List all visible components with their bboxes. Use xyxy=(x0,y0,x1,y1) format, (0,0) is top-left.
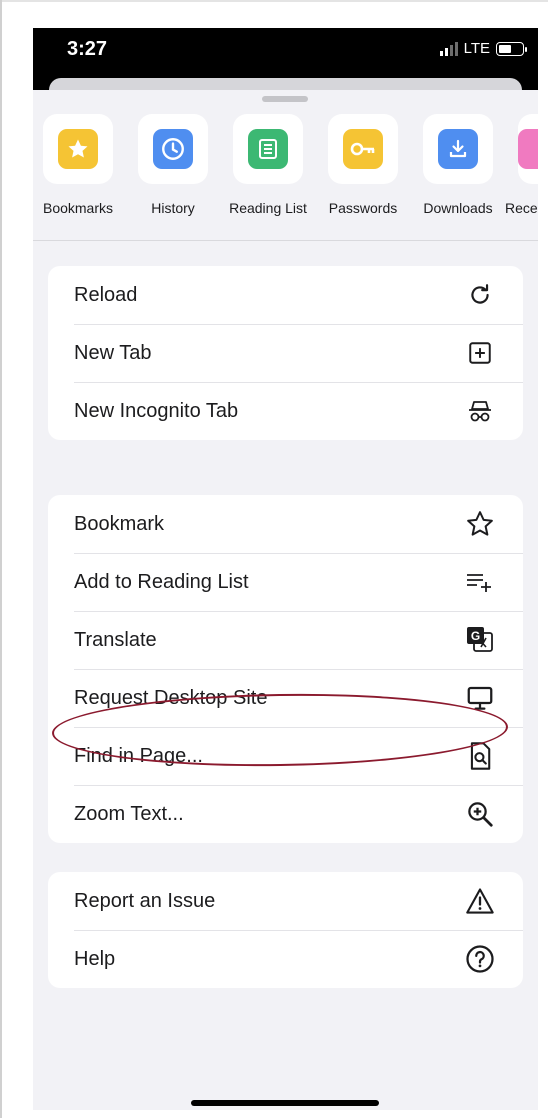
shortcut-row[interactable]: Bookmarks History Reading List Passwords… xyxy=(33,114,538,244)
screenshot-border-left xyxy=(0,0,2,1118)
menu-item-label: Find in Page... xyxy=(74,744,203,767)
shortcut-reading-list[interactable]: Reading List xyxy=(220,114,316,216)
desktop-icon xyxy=(465,683,495,713)
menu-item-zoom-text[interactable]: Zoom Text... xyxy=(48,785,523,843)
menu-item-label: Report an Issue xyxy=(74,889,216,912)
menu-group-page-actions: Bookmark Add to Reading List Translate G… xyxy=(48,495,523,843)
zoom-in-icon xyxy=(465,799,495,829)
menu-item-new-tab[interactable]: New Tab xyxy=(48,324,523,382)
shortcut-tile xyxy=(423,114,493,184)
sheet-grabber-handle[interactable] xyxy=(262,96,308,102)
recent-tabs-icon xyxy=(518,129,538,169)
find-in-page-icon xyxy=(465,741,495,771)
menu-item-report-an-issue[interactable]: Report an Issue xyxy=(48,872,523,930)
menu-group-navigation: Reload New Tab New Incognito Tab xyxy=(48,266,523,440)
shortcut-tile xyxy=(518,114,538,184)
menu-item-label: Add to Reading List xyxy=(74,570,249,593)
shortcut-history[interactable]: History xyxy=(125,114,221,216)
shortcut-downloads[interactable]: Downloads xyxy=(410,114,506,216)
menu-item-label: Translate xyxy=(74,628,157,651)
shortcut-passwords[interactable]: Passwords xyxy=(315,114,411,216)
menu-item-translate[interactable]: Translate G xyxy=(48,611,523,669)
new-tab-icon xyxy=(465,338,495,368)
menu-item-reload[interactable]: Reload xyxy=(48,266,523,324)
shortcut-bookmarks[interactable]: Bookmarks xyxy=(33,114,126,216)
menu-item-label: Reload xyxy=(74,283,138,306)
menu-item-label: Bookmark xyxy=(74,512,165,535)
shortcut-tile xyxy=(43,114,113,184)
warning-icon xyxy=(465,886,495,916)
menu-group-support: Report an Issue Help xyxy=(48,872,523,988)
shortcut-label: Bookmarks xyxy=(42,200,114,216)
menu-item-label: New Tab xyxy=(74,341,152,364)
shortcut-recent-tabs[interactable]: Rece xyxy=(505,114,538,216)
menu-item-bookmark[interactable]: Bookmark xyxy=(48,495,523,553)
menu-item-request-desktop-site[interactable]: Request Desktop Site xyxy=(48,669,523,727)
shortcut-tile xyxy=(233,114,303,184)
menu-item-label: Zoom Text... xyxy=(74,802,184,825)
translate-icon: G xyxy=(465,625,495,655)
svg-text:G: G xyxy=(471,629,480,643)
menu-item-help[interactable]: Help xyxy=(48,930,523,988)
battery-icon xyxy=(496,41,527,56)
screenshot-border-top xyxy=(0,0,548,2)
signal-strength-icon xyxy=(439,41,458,56)
network-type: LTE xyxy=(463,40,490,57)
phone-screen: 3:27 LTE Bookmarks History Reading List … xyxy=(33,28,538,1110)
section-divider xyxy=(33,240,538,241)
add-to-list-icon xyxy=(465,567,495,597)
shortcut-label: Reading List xyxy=(229,200,307,216)
shortcut-label: History xyxy=(151,200,195,216)
menu-item-find-in-page[interactable]: Find in Page... xyxy=(48,727,523,785)
menu-item-label: Request Desktop Site xyxy=(74,686,268,709)
status-time: 3:27 xyxy=(67,38,108,60)
list-icon xyxy=(248,129,288,169)
star-icon xyxy=(58,129,98,169)
shortcut-tile xyxy=(138,114,208,184)
menu-item-label: Help xyxy=(74,947,116,970)
shortcut-label: Passwords xyxy=(328,200,398,216)
download-icon xyxy=(438,129,478,169)
menu-item-label: New Incognito Tab xyxy=(74,399,239,422)
menu-item-add-to-reading-list[interactable]: Add to Reading List xyxy=(48,553,523,611)
home-indicator[interactable] xyxy=(191,1100,379,1106)
tools-menu-sheet: Bookmarks History Reading List Passwords… xyxy=(33,90,538,1110)
clock-icon xyxy=(153,129,193,169)
key-icon xyxy=(343,129,383,169)
star-outline-icon xyxy=(465,509,495,539)
status-indicators: LTE xyxy=(439,40,527,57)
shortcut-label: Downloads xyxy=(423,200,493,216)
shortcut-tile xyxy=(328,114,398,184)
help-icon xyxy=(465,944,495,974)
reload-icon xyxy=(465,280,495,310)
incognito-icon xyxy=(465,396,495,426)
menu-item-new-incognito-tab[interactable]: New Incognito Tab xyxy=(48,382,523,440)
shortcut-label: Rece xyxy=(505,200,538,216)
